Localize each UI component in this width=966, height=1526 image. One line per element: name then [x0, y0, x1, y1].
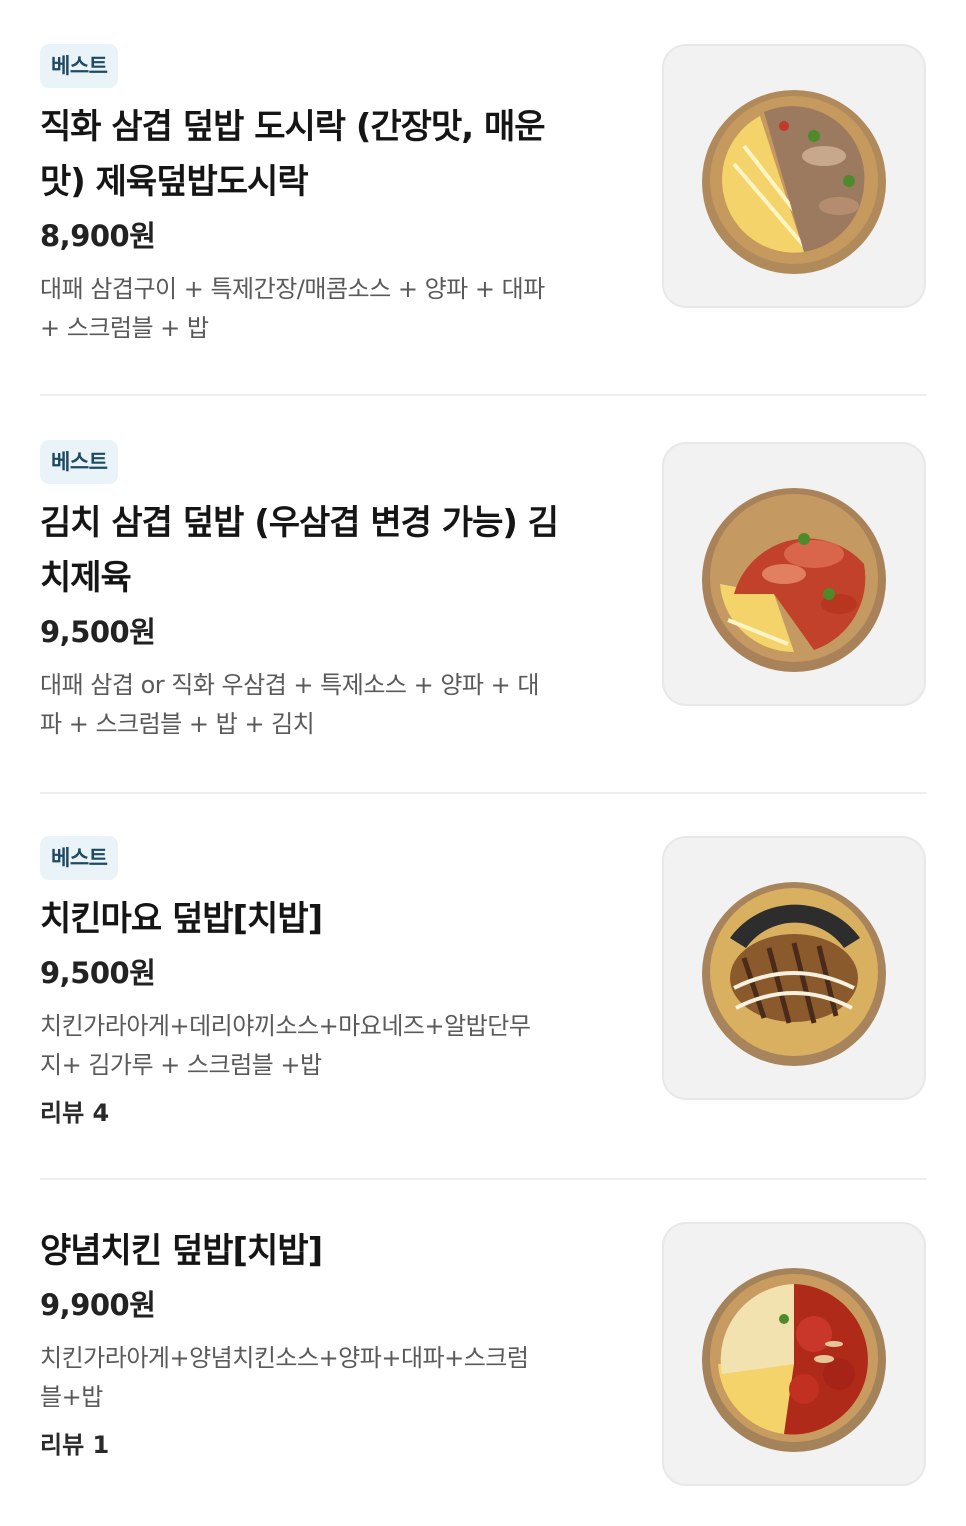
menu-item-name-line: 맛) 제육덮밥도시락	[40, 162, 309, 202]
yangnyeom-chicken-rice-bowl-image[interactable]	[662, 1222, 926, 1486]
menu-item-info: 양념치킨 덮밥[치밥] 9,900원 치킨가라아게+양념치킨소스+양파+대파+스…	[40, 1224, 630, 1463]
menu-item-description: 치킨가라아게+양념치킨소스+양파+대파+스크럼 블+밥	[40, 1339, 630, 1417]
menu-item-name-line: 김치 삼겹 덮밥 (우삼겹 변경 가능) 김	[40, 503, 559, 543]
best-badge: 베스트	[40, 44, 119, 88]
menu-item[interactable]: 양념치킨 덮밥[치밥] 9,900원 치킨가라아게+양념치킨소스+양파+대파+스…	[40, 1180, 926, 1526]
menu-item-description-line: 대패 삼겹구이 + 특제간장/매콤소스 + 양파 + 대파	[40, 275, 545, 303]
menu-item-name: 김치 삼겹 덮밥 (우삼겹 변경 가능) 김 치제육	[40, 496, 630, 606]
menu-item-description-line: + 스크럼블 + 밥	[40, 314, 209, 342]
yangnyeom-chicken-bowl-icon	[702, 1268, 886, 1452]
menu-item[interactable]: 베스트 치킨마요 덮밥[치밥] 9,500원 치킨가라아게+데리야끼소스+마요네…	[40, 794, 926, 1180]
best-badge: 베스트	[40, 836, 119, 880]
pork-rice-bowl-image[interactable]	[662, 44, 926, 308]
menu-item-description-line: 지+ 김가루 + 스크럼블 +밥	[40, 1051, 322, 1079]
menu-item[interactable]: 베스트 직화 삼겹 덮밥 도시락 (간장맛, 매운 맛) 제육덮밥도시락 8,9…	[40, 0, 926, 396]
menu-item-description: 대패 삼겹 or 직화 우삼겹 + 특제소스 + 양파 + 대 파 + 스크럼블…	[40, 666, 630, 744]
menu-item-price: 9,500원	[40, 956, 156, 990]
menu-item-name-line: 치제육	[40, 558, 132, 598]
menu-item-info: 베스트 김치 삼겹 덮밥 (우삼겹 변경 가능) 김 치제육 9,500원 대패…	[40, 440, 630, 744]
menu-item-name: 직화 삼겹 덮밥 도시락 (간장맛, 매운 맛) 제육덮밥도시락	[40, 100, 630, 210]
menu-item-description-line: 치킨가라아게+양념치킨소스+양파+대파+스크럼	[40, 1344, 529, 1372]
menu-item-description-line: 블+밥	[40, 1383, 103, 1411]
review-count[interactable]: 리뷰 1	[40, 1427, 630, 1463]
kimchi-pork-rice-bowl-image[interactable]	[662, 442, 926, 706]
menu-list: 베스트 직화 삼겹 덮밥 도시락 (간장맛, 매운 맛) 제육덮밥도시락 8,9…	[0, 0, 966, 1526]
chicken-mayo-bowl-icon	[702, 882, 886, 1066]
menu-item-price: 9,900원	[40, 1288, 156, 1322]
menu-item-description: 대패 삼겹구이 + 특제간장/매콤소스 + 양파 + 대파 + 스크럼블 + 밥	[40, 270, 630, 348]
menu-item-description: 치킨가라아게+데리야끼소스+마요네즈+알밥단무 지+ 김가루 + 스크럼블 +밥	[40, 1007, 630, 1085]
menu-item-name-line: 직화 삼겹 덮밥 도시락 (간장맛, 매운	[40, 107, 546, 147]
menu-item-description-line: 파 + 스크럼블 + 밥 + 김치	[40, 710, 315, 738]
menu-item-info: 베스트 직화 삼겹 덮밥 도시락 (간장맛, 매운 맛) 제육덮밥도시락 8,9…	[40, 44, 630, 348]
menu-item-description-line: 치킨가라아게+데리야끼소스+마요네즈+알밥단무	[40, 1012, 531, 1040]
best-badge: 베스트	[40, 440, 119, 484]
menu-item[interactable]: 베스트 김치 삼겹 덮밥 (우삼겹 변경 가능) 김 치제육 9,500원 대패…	[40, 396, 926, 794]
menu-item-price: 9,500원	[40, 615, 156, 649]
menu-item-price: 8,900원	[40, 219, 156, 253]
pork-rice-bowl-icon	[702, 90, 886, 274]
menu-item-name: 치킨마요 덮밥[치밥]	[40, 899, 323, 939]
review-count[interactable]: 리뷰 4	[40, 1095, 630, 1131]
menu-item-info: 베스트 치킨마요 덮밥[치밥] 9,500원 치킨가라아게+데리야끼소스+마요네…	[40, 836, 630, 1131]
menu-item-name: 양념치킨 덮밥[치밥]	[40, 1231, 323, 1271]
chicken-mayo-rice-bowl-image[interactable]	[662, 836, 926, 1100]
menu-item-description-line: 대패 삼겹 or 직화 우삼겹 + 특제소스 + 양파 + 대	[40, 671, 539, 699]
kimchi-bowl-icon	[702, 488, 886, 672]
